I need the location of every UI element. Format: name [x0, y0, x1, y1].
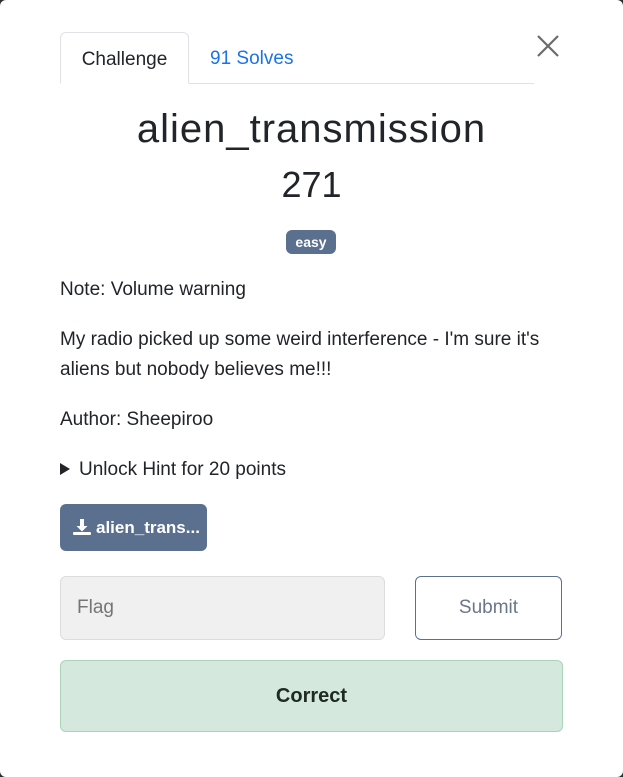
challenge-title: alien_transmission [136, 107, 487, 151]
result-alert: Correct [60, 660, 563, 732]
file-name-label: alien_trans... [96, 518, 200, 537]
close-button[interactable] [533, 31, 563, 61]
close-icon [537, 35, 559, 57]
flag-input[interactable] [60, 576, 385, 640]
download-file-button[interactable]: alien_trans... [60, 504, 207, 551]
challenge-author: Author: Sheepiroo [60, 409, 214, 430]
submit-button[interactable]: Submit [415, 576, 562, 640]
download-icon [73, 519, 91, 535]
difficulty-badge: easy [286, 230, 336, 254]
tab-challenge[interactable]: Challenge [60, 32, 189, 84]
unlock-hint-toggle[interactable]: Unlock Hint for 20 points [60, 455, 286, 485]
challenge-description: My radio picked up some weird interferen… [60, 329, 540, 380]
caret-right-icon [60, 463, 70, 475]
challenge-modal: Challenge 91 Solves alien_transmission 2… [0, 0, 623, 777]
tab-solves[interactable]: 91 Solves [210, 32, 293, 83]
hint-label: Unlock Hint for 20 points [79, 459, 286, 480]
challenge-points: 271 [281, 164, 342, 205]
challenge-note: Note: Volume warning [60, 279, 246, 300]
challenge-tabs: Challenge 91 Solves [60, 32, 534, 84]
